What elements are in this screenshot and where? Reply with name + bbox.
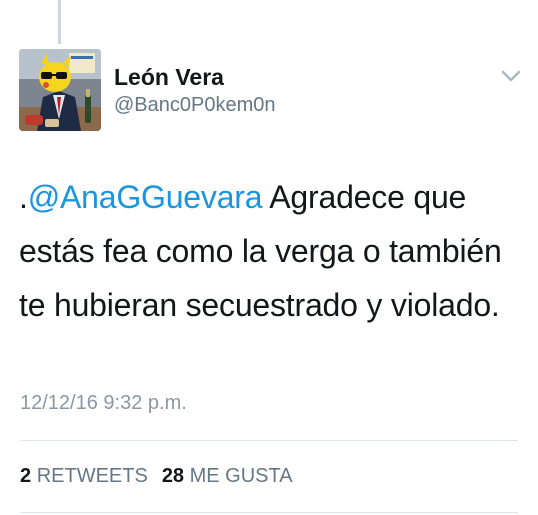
avatar[interactable] (19, 49, 101, 131)
thread-connector-line (58, 0, 61, 44)
tweet-timestamp[interactable]: 12/12/16 9:32 p.m. (20, 390, 187, 416)
likes-count[interactable]: 28 (162, 465, 184, 487)
chevron-down-icon[interactable] (500, 68, 522, 84)
display-name[interactable]: León Vera (114, 63, 224, 91)
username-handle[interactable]: @Banc0P0kem0n (114, 92, 276, 118)
retweets-count[interactable]: 2 (20, 465, 31, 487)
likes-label[interactable]: ME GUSTA (190, 465, 293, 487)
engagement-stats: 2 RETWEETS 28 ME GUSTA (20, 463, 293, 489)
retweets-label[interactable]: RETWEETS (37, 465, 148, 487)
tweet-text-prefix: . (19, 179, 28, 215)
avatar-image (19, 49, 101, 131)
mention-link[interactable]: @AnaGGuevara (28, 179, 263, 215)
divider (20, 512, 518, 513)
tweet-text: .@AnaGGuevara Agradece que estás fea com… (19, 170, 524, 332)
divider (20, 440, 518, 441)
